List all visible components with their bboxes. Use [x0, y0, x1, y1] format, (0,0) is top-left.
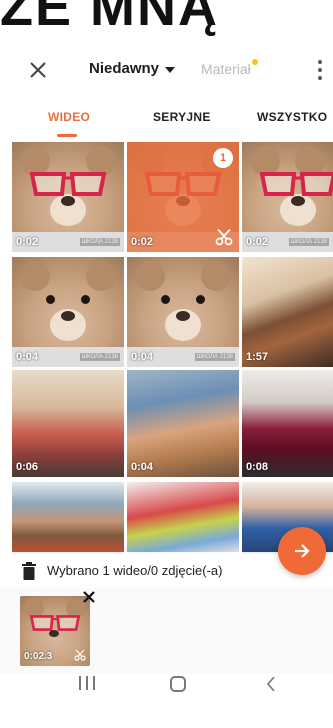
material-label: Materiał	[201, 61, 251, 77]
material-tab[interactable]: Materiał	[201, 59, 258, 77]
tab-wideo[interactable]: WIDEO	[48, 110, 90, 124]
more-dot	[318, 68, 322, 72]
tab-active-indicator	[57, 134, 77, 137]
close-icon	[30, 62, 46, 78]
video-duration: 0:02	[131, 236, 154, 248]
source-dropdown-label: Niedawny	[89, 60, 160, 77]
recents-bar	[86, 676, 88, 690]
media-thumbnail[interactable]: ШКОЛА 2138 0:02	[242, 142, 333, 252]
glasses-graphic	[30, 172, 106, 196]
media-thumbnail[interactable]: ШКОЛА 2138 0:02	[12, 142, 124, 252]
media-thumbnail[interactable]: 1 0:02	[127, 142, 239, 252]
caret-down-icon	[165, 66, 176, 73]
media-thumbnail[interactable]	[127, 482, 239, 554]
media-thumbnail[interactable]: ШКОЛА 2138 0:04	[12, 257, 124, 367]
media-thumbnail[interactable]: 0:06	[12, 370, 124, 477]
video-duration: 0:04	[131, 461, 154, 473]
recents-bar	[93, 676, 95, 690]
glasses-graphic	[260, 172, 333, 196]
scissor-icon[interactable]	[215, 228, 233, 246]
media-thumbnail[interactable]: 0:04	[127, 370, 239, 477]
recents-button[interactable]	[79, 676, 95, 690]
remove-clip-button[interactable]	[82, 590, 96, 604]
selection-count-badge: 1	[213, 148, 233, 168]
back-icon	[266, 676, 275, 692]
media-thumbnail[interactable]: 0:08	[242, 370, 333, 477]
photo-thumbnail	[127, 482, 239, 554]
notification-dot	[251, 59, 258, 65]
media-thumbnail[interactable]	[12, 482, 124, 554]
media-tabs: WIDEO SERYJNE WSZYSTKO	[0, 102, 333, 138]
thumbnail-watermark: ШКОЛА 2138	[79, 238, 120, 246]
top-banner: ZE MNĄ	[0, 0, 333, 40]
recents-icon	[79, 676, 81, 690]
more-vertical-icon	[318, 60, 322, 64]
video-duration: 0:02	[246, 236, 269, 248]
thumbnail-watermark: ШКОЛА 2138	[288, 238, 329, 246]
scissor-icon	[74, 649, 86, 661]
arrow-right-icon	[295, 544, 310, 558]
video-duration: 0:02	[16, 236, 39, 248]
thumbnail-watermark: ШКОЛА 2138	[79, 353, 120, 361]
next-button[interactable]	[278, 527, 326, 575]
tray-duration: 0:02.3	[24, 651, 53, 662]
media-thumbnail[interactable]: ШКОЛА 2138 0:04	[127, 257, 239, 367]
system-navbar	[0, 674, 333, 728]
more-dot	[318, 76, 322, 80]
video-duration: 0:04	[16, 351, 39, 363]
home-button[interactable]	[170, 676, 186, 692]
selection-summary: Wybrano 1 wideo/0 zdjęcie(-a)	[47, 563, 223, 578]
photo-thumbnail	[12, 482, 124, 554]
tab-wszystko[interactable]: WSZYSTKO	[257, 110, 327, 124]
close-button[interactable]	[26, 58, 50, 82]
tab-seryjne[interactable]: SERYJNE	[153, 110, 211, 124]
banner-cut-text: ZE MNĄ	[0, 0, 219, 37]
thumbnail-watermark: ШКОЛА 2138	[194, 353, 235, 361]
video-duration: 0:06	[16, 461, 39, 473]
back-button[interactable]	[266, 676, 276, 692]
source-dropdown[interactable]: Niedawny	[89, 60, 176, 77]
close-icon	[83, 591, 95, 603]
clear-selection-button[interactable]	[22, 562, 36, 580]
video-duration: 0:08	[246, 461, 269, 473]
media-thumbnail[interactable]: 1:57	[242, 257, 333, 367]
selected-clip-thumbnail[interactable]: 0:02.3	[20, 596, 90, 666]
more-options-button[interactable]	[315, 58, 325, 82]
video-duration: 1:57	[246, 351, 269, 363]
video-duration: 0:04	[131, 351, 154, 363]
trash-icon	[22, 562, 36, 580]
